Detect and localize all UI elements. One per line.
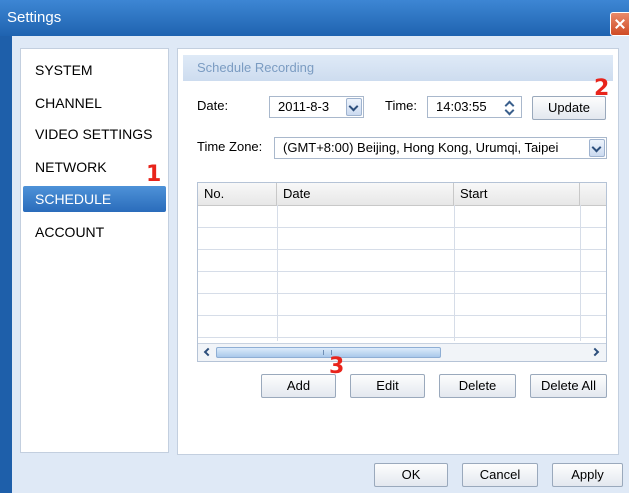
time-value: 14:03:55 — [436, 99, 487, 114]
annotation-marker-3: 3 — [329, 354, 345, 379]
table-row — [198, 271, 606, 272]
delete-all-button[interactable]: Delete All — [530, 374, 607, 398]
scroll-left-icon[interactable] — [200, 346, 213, 359]
edit-button[interactable]: Edit — [350, 374, 425, 398]
table-header: No. Date Start — [198, 183, 606, 206]
cancel-button[interactable]: Cancel — [462, 463, 538, 487]
date-picker[interactable]: 2011-8-3 — [269, 96, 364, 118]
time-input[interactable]: 14:03:55 — [427, 96, 522, 118]
chevron-down-icon[interactable] — [589, 139, 605, 157]
spinner-icon[interactable] — [504, 99, 517, 115]
column-header-start[interactable]: Start — [454, 183, 580, 205]
time-label: Time: — [385, 98, 418, 113]
annotation-marker-2: 2 — [594, 76, 610, 101]
annotation-marker-1: 1 — [146, 162, 162, 187]
timezone-label: Time Zone: — [197, 139, 263, 154]
timezone-select[interactable]: (GMT+8:00) Beijing, Hong Kong, Urumqi, T… — [274, 137, 607, 159]
sidebar-item-video-settings[interactable]: VIDEO SETTINGS — [23, 121, 166, 147]
ok-button[interactable]: OK — [374, 463, 448, 487]
scroll-right-icon[interactable] — [590, 346, 603, 359]
sidebar-item-network[interactable]: NETWORK — [23, 154, 166, 180]
column-divider — [580, 205, 581, 341]
window-title: Settings — [7, 9, 62, 26]
table-row — [198, 293, 606, 294]
date-label: Date: — [197, 98, 229, 113]
table-row — [198, 337, 606, 338]
timezone-value: (GMT+8:00) Beijing, Hong Kong, Urumqi, T… — [283, 140, 559, 155]
table-row — [198, 227, 606, 228]
column-divider — [277, 205, 278, 341]
chevron-down-icon[interactable] — [346, 98, 362, 116]
sidebar-item-channel[interactable]: CHANNEL — [23, 90, 166, 116]
horizontal-scrollbar[interactable] — [198, 343, 606, 361]
schedule-table: No. Date Start — [197, 182, 607, 362]
column-header-date[interactable]: Date — [277, 183, 454, 205]
close-icon[interactable] — [610, 12, 629, 36]
sidebar: SYSTEM CHANNEL VIDEO SETTINGS NETWORK SC… — [20, 48, 169, 453]
add-button[interactable]: Add — [261, 374, 336, 398]
column-header-no[interactable]: No. — [198, 183, 277, 205]
table-row — [198, 249, 606, 250]
delete-button[interactable]: Delete — [439, 374, 516, 398]
sidebar-item-system[interactable]: SYSTEM — [23, 57, 166, 83]
title-bar: Settings — [0, 0, 629, 36]
column-divider — [454, 205, 455, 341]
date-value: 2011-8-3 — [278, 99, 330, 114]
panel-title: Schedule Recording — [183, 55, 613, 81]
apply-button[interactable]: Apply — [552, 463, 623, 487]
sidebar-item-account[interactable]: ACCOUNT — [23, 219, 166, 245]
table-row — [198, 315, 606, 316]
sidebar-item-schedule[interactable]: SCHEDULE — [23, 186, 166, 212]
